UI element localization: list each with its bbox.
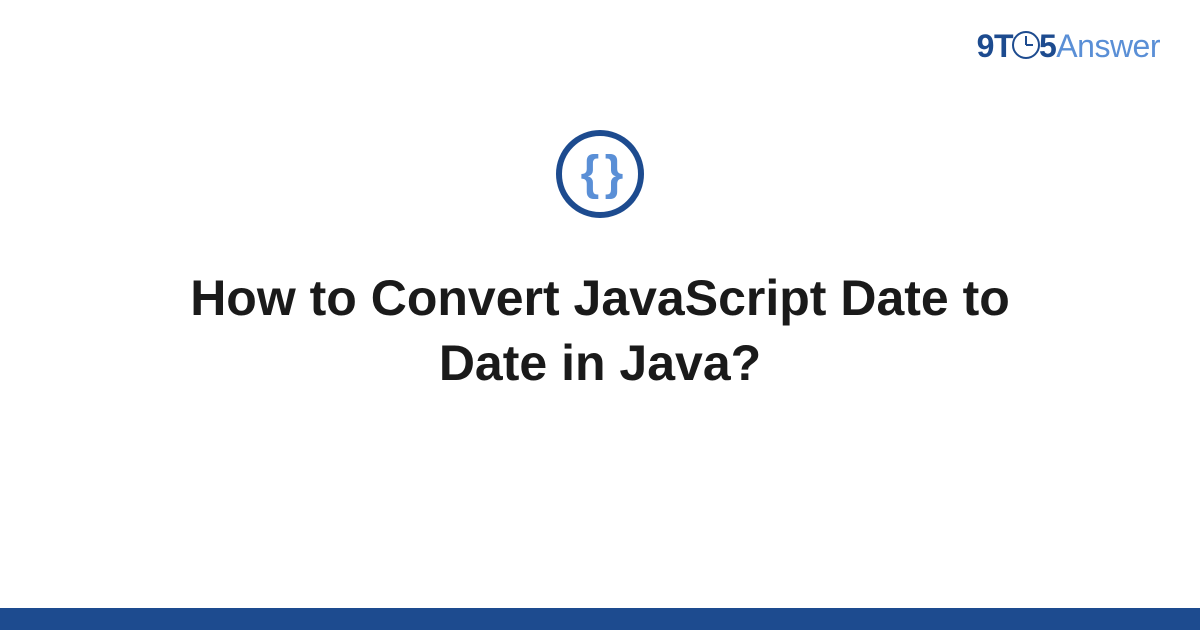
page-title: How to Convert JavaScript Date to Date i… (100, 266, 1100, 396)
footer-bar (0, 608, 1200, 630)
logo-text-9t: 9T (977, 28, 1013, 64)
clock-icon (1012, 31, 1040, 59)
main-content: { } How to Convert JavaScript Date to Da… (0, 130, 1200, 396)
logo-text-5: 5 (1039, 28, 1056, 64)
code-braces-icon: { } (581, 150, 620, 198)
site-logo: 9T 5Answer (977, 28, 1160, 65)
logo-text-answer: Answer (1056, 28, 1160, 64)
category-badge: { } (556, 130, 644, 218)
